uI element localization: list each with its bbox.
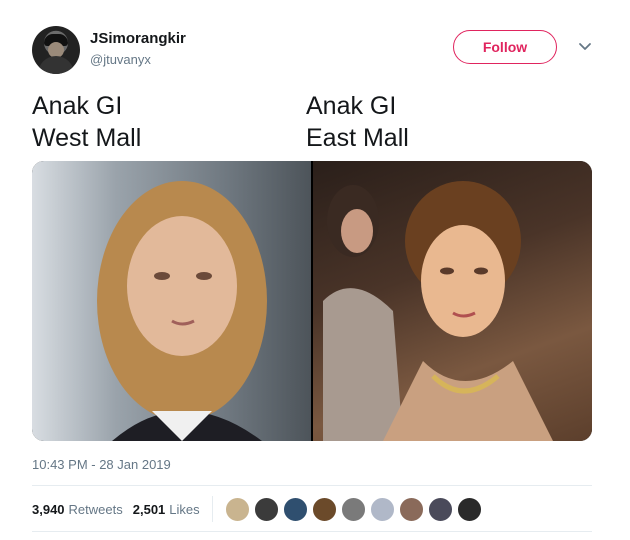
tweet-timestamp[interactable]: 10:43 PM - 28 Jan 2019: [32, 457, 171, 472]
photo-left-art: [97, 181, 267, 441]
liker-avatar[interactable]: [340, 496, 366, 522]
user-handle[interactable]: @jtuvanyx: [90, 52, 151, 67]
follow-button[interactable]: Follow: [453, 30, 557, 64]
likes-label: Likes: [169, 501, 200, 517]
stats-divider-bottom: [32, 531, 592, 532]
stats-separator: [211, 496, 213, 522]
liker-avatar[interactable]: [427, 496, 453, 522]
tweet-photos[interactable]: [32, 161, 592, 441]
liker-avatar[interactable]: [456, 496, 482, 522]
stats-divider-top: [32, 485, 592, 486]
liker-avatar[interactable]: [398, 496, 424, 522]
tweet-text-right-line1: Anak GI: [306, 92, 397, 120]
liker-avatar[interactable]: [282, 496, 308, 522]
photo-east-mall[interactable]: [313, 161, 592, 441]
user-name[interactable]: JSimorangkir: [90, 30, 186, 47]
tweet-text-left-line1: Anak GI: [32, 92, 123, 120]
tweet-text-left: Anak GI West Mall: [32, 90, 141, 154]
photo-west-mall[interactable]: [32, 161, 311, 441]
liker-avatars: [224, 496, 482, 522]
tweet-header: JSimorangkir @jtuvanyx Follow: [32, 26, 598, 76]
chevron-down-icon[interactable]: [577, 38, 593, 54]
likes-count: 2,501: [132, 501, 166, 517]
retweets-stat[interactable]: 3,940 Retweets: [32, 502, 123, 517]
liker-avatar[interactable]: [311, 496, 337, 522]
liker-avatar[interactable]: [224, 496, 250, 522]
tweet-stats: 3,940 Retweets 2,501 Likes: [32, 496, 482, 522]
tweet-text-right: Anak GI East Mall: [306, 90, 409, 154]
tweet-text-right-line2: East Mall: [306, 124, 409, 152]
liker-avatar[interactable]: [369, 496, 395, 522]
user-avatar[interactable]: [32, 26, 80, 74]
avatar-body: [38, 56, 74, 74]
liker-avatar[interactable]: [253, 496, 279, 522]
likes-stat[interactable]: 2,501 Likes: [133, 502, 200, 517]
tweet-text-left-line2: West Mall: [32, 124, 142, 152]
retweets-label: Retweets: [68, 501, 123, 517]
photo-right-art: [323, 181, 553, 441]
retweets-count: 3,940: [32, 501, 65, 517]
